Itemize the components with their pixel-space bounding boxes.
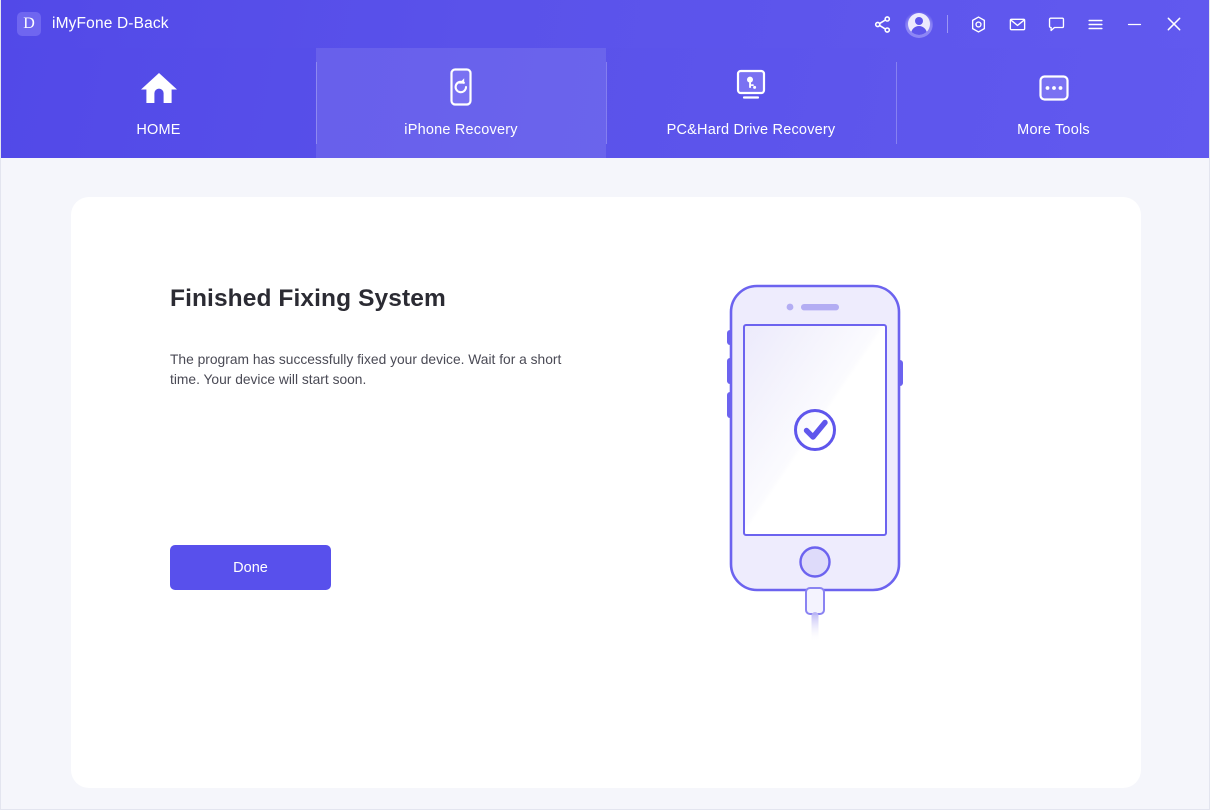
tab-iphone-recovery-label: iPhone Recovery [404,122,518,138]
titlebar-actions [863,7,1193,41]
settings-icon[interactable] [959,7,998,41]
tab-more-tools[interactable]: More Tools [896,48,1209,158]
tab-home-label: HOME [136,122,181,138]
app-window: D iMyFone D-Back HOME iPhone Recovery PC… [0,0,1210,810]
avatar-body [911,25,927,35]
main-card: Finished Fixing System The program has s… [71,197,1141,788]
brand: D iMyFone D-Back [17,12,169,36]
minimize-icon[interactable] [1115,7,1154,41]
share-icon[interactable] [863,7,902,41]
mail-icon[interactable] [998,7,1037,41]
iphone-success-illustration [720,274,910,644]
home-icon [139,68,179,108]
title-bar: D iMyFone D-Back [1,0,1209,48]
status-panel: Finished Fixing System The program has s… [170,285,600,390]
app-title: iMyFone D-Back [52,15,169,32]
content-area: Finished Fixing System The program has s… [1,158,1209,809]
feedback-icon[interactable] [1037,7,1076,41]
nav-tabs: HOME iPhone Recovery PC&Hard Drive Recov… [1,48,1209,158]
titlebar-divider [947,15,948,33]
avatar-head [915,16,923,25]
account-icon[interactable] [902,7,936,41]
tab-home[interactable]: HOME [1,48,316,158]
page-title: Finished Fixing System [170,285,446,312]
close-icon[interactable] [1154,7,1193,41]
tab-pc-hard-drive-recovery-label: PC&Hard Drive Recovery [666,122,836,138]
phone-refresh-icon [444,68,478,108]
done-button[interactable]: Done [170,545,331,590]
avatar [908,13,930,35]
tab-pc-hard-drive-recovery[interactable]: PC&Hard Drive Recovery [606,48,896,158]
page-description: The program has successfully fixed your … [170,352,562,387]
tab-more-tools-label: More Tools [1017,122,1090,138]
more-dots-icon [1036,68,1072,108]
monitor-key-icon [729,68,773,108]
app-logo: D [17,12,41,36]
tab-iphone-recovery[interactable]: iPhone Recovery [316,48,606,158]
menu-icon[interactable] [1076,7,1115,41]
